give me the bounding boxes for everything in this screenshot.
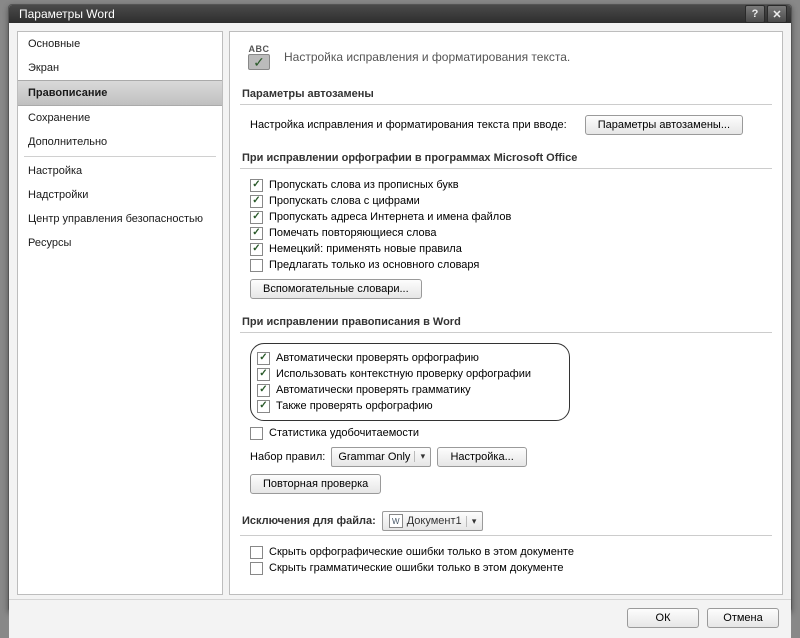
recheck-button[interactable]: Повторная проверка [250, 474, 381, 494]
ok-button[interactable]: ОК [627, 608, 699, 628]
chevron-down-icon: ▾ [466, 516, 480, 527]
exceptions-file-name: Документ1 [407, 515, 462, 527]
chk-uppercase[interactable]: ✓ [250, 179, 263, 192]
chk-repeat[interactable]: ✓ [250, 227, 263, 240]
sidebar-item-resources[interactable]: Ресурсы [18, 231, 222, 255]
group-autocorrect-body: Настройка исправления и форматирования т… [240, 105, 772, 144]
chk-readability[interactable]: ✓ [250, 427, 263, 440]
chk-also-spell[interactable]: ✓ [257, 400, 270, 413]
sidebar-item-customize[interactable]: Настройка [18, 159, 222, 183]
ruleset-combo[interactable]: Grammar Only ▾ [331, 447, 431, 467]
lbl-urls: Пропускать адреса Интернета и имена файл… [269, 211, 511, 223]
sidebar-separator [24, 156, 216, 157]
ruleset-value: Grammar Only [338, 451, 410, 463]
sidebar-item-save[interactable]: Сохранение [18, 106, 222, 130]
autocorrect-desc: Настройка исправления и форматирования т… [250, 119, 567, 131]
lbl-also-spell: Также проверять орфографию [276, 400, 433, 412]
lbl-main-dict: Предлагать только из основного словаря [269, 259, 479, 271]
cancel-button[interactable]: Отмена [707, 608, 779, 628]
group-office-title: При исправлении орфографии в программах … [240, 148, 772, 169]
sidebar-item-addins[interactable]: Надстройки [18, 183, 222, 207]
chk-digits[interactable]: ✓ [250, 195, 263, 208]
exceptions-file-combo[interactable]: W Документ1 ▾ [382, 511, 483, 531]
close-button[interactable]: ✕ [767, 5, 787, 23]
lbl-hide-grammar: Скрыть грамматические ошибки только в эт… [269, 562, 564, 574]
lbl-hide-spelling: Скрыть орфографические ошибки только в э… [269, 546, 574, 558]
panel-header: ABC ✓ Настройка исправления и форматиров… [240, 40, 772, 80]
group-exceptions-body: ✓ Скрыть орфографические ошибки только в … [240, 536, 772, 584]
sidebar: Основные Экран Правописание Сохранение Д… [17, 31, 223, 595]
footer: ОК Отмена [9, 599, 791, 638]
sidebar-item-proofing[interactable]: Правописание [18, 80, 222, 106]
custom-dictionaries-button[interactable]: Вспомогательные словари... [250, 279, 422, 299]
group-exceptions-title: Исключения для файла: W Документ1 ▾ [240, 507, 772, 536]
callout-box: ✓ Автоматически проверять орфографию ✓ Исп… [250, 343, 570, 421]
autocorrect-options-button[interactable]: Параметры автозамены... [585, 115, 743, 135]
lbl-context-spell: Использовать контекстную проверку орфогр… [276, 368, 531, 380]
ruleset-label: Набор правил: [250, 451, 325, 463]
lbl-repeat: Помечать повторяющиеся слова [269, 227, 437, 239]
lbl-digits: Пропускать слова с цифрами [269, 195, 420, 207]
proofing-icon: ABC ✓ [244, 44, 274, 70]
chk-main-dict[interactable]: ✓ [250, 259, 263, 272]
document-icon: W [389, 514, 403, 528]
help-button[interactable]: ? [745, 5, 765, 23]
panel-header-text: Настройка исправления и форматирования т… [284, 50, 570, 64]
sidebar-item-general[interactable]: Основные [18, 32, 222, 56]
group-word-title: При исправлении правописания в Word [240, 312, 772, 333]
content-area: Основные Экран Правописание Сохранение Д… [9, 23, 791, 599]
title-text: Параметры Word [19, 7, 743, 21]
chk-urls[interactable]: ✓ [250, 211, 263, 224]
lbl-uppercase: Пропускать слова из прописных букв [269, 179, 459, 191]
sidebar-item-advanced[interactable]: Дополнительно [18, 130, 222, 154]
chk-german[interactable]: ✓ [250, 243, 263, 256]
grammar-settings-button[interactable]: Настройка... [437, 447, 526, 467]
group-office-body: ✓ Пропускать слова из прописных букв ✓ Про… [240, 169, 772, 308]
main-panel: ABC ✓ Настройка исправления и форматиров… [229, 31, 783, 595]
chevron-down-icon: ▾ [414, 451, 428, 462]
exceptions-label: Исключения для файла: [242, 515, 376, 527]
titlebar[interactable]: Параметры Word ? ✕ [9, 5, 791, 23]
lbl-readability: Статистика удобочитаемости [269, 427, 419, 439]
chk-hide-spelling[interactable]: ✓ [250, 546, 263, 559]
group-word-body: ✓ Автоматически проверять орфографию ✓ Исп… [240, 333, 772, 503]
chk-auto-spell[interactable]: ✓ [257, 352, 270, 365]
lbl-auto-grammar: Автоматически проверять грамматику [276, 384, 471, 396]
lbl-auto-spell: Автоматически проверять орфографию [276, 352, 479, 364]
word-options-dialog: Параметры Word ? ✕ Основные Экран Правоп… [8, 4, 792, 612]
sidebar-item-display[interactable]: Экран [18, 56, 222, 80]
dialog-body: Основные Экран Правописание Сохранение Д… [9, 23, 791, 638]
chk-auto-grammar[interactable]: ✓ [257, 384, 270, 397]
chk-hide-grammar[interactable]: ✓ [250, 562, 263, 575]
lbl-german: Немецкий: применять новые правила [269, 243, 462, 255]
group-autocorrect-title: Параметры автозамены [240, 84, 772, 105]
chk-context-spell[interactable]: ✓ [257, 368, 270, 381]
sidebar-item-trust-center[interactable]: Центр управления безопасностью [18, 207, 222, 231]
